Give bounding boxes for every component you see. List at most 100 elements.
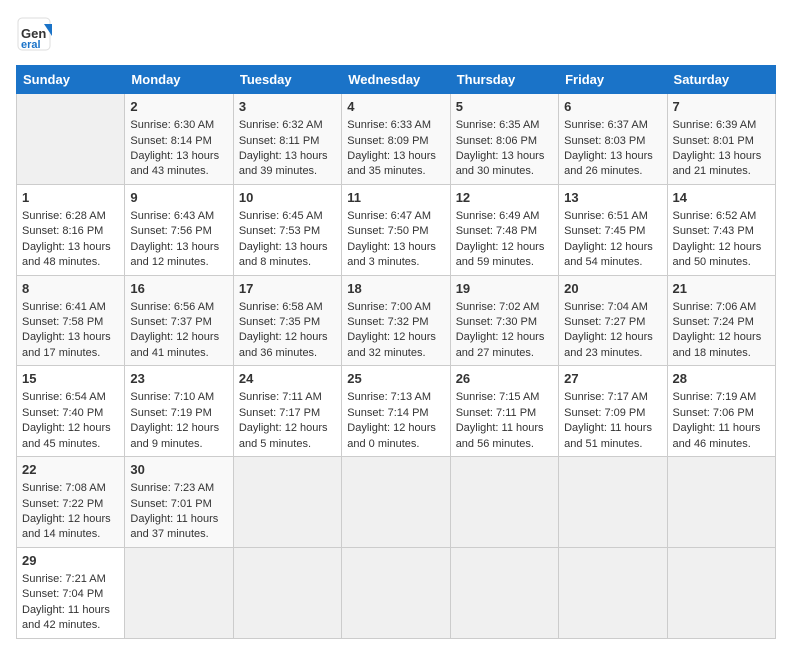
cell-text: Sunset: 7:50 PM xyxy=(347,225,428,237)
cell-text: Sunset: 7:01 PM xyxy=(130,498,211,510)
cell-text: Sunset: 7:40 PM xyxy=(22,407,103,419)
cell-text: Daylight: 11 hours xyxy=(22,604,110,616)
cell-text: Sunrise: 7:17 AM xyxy=(564,391,648,403)
calendar-cell: 4Sunrise: 6:33 AMSunset: 8:09 PMDaylight… xyxy=(342,94,450,185)
calendar-cell: 8 Sunrise: 6:41 AM Sunset: 7:58 PM Daylight… xyxy=(17,275,125,366)
cell-text: Sunrise: 6:41 AM xyxy=(22,301,106,313)
day-number: 3 xyxy=(239,98,336,116)
cell-text: and 18 minutes. xyxy=(673,347,751,359)
cell-text: Sunset: 7:53 PM xyxy=(239,225,320,237)
cell-text: Sunset: 7:43 PM xyxy=(673,225,754,237)
cell-text: Daylight: 13 hours xyxy=(239,241,328,253)
cell-text: Daylight: 12 hours xyxy=(347,331,436,343)
calendar-cell xyxy=(667,547,775,638)
cell-text: Sunrise: 6:39 AM xyxy=(673,119,757,131)
calendar-week-row: 1Sunrise: 6:28 AMSunset: 8:16 PMDaylight… xyxy=(17,184,776,275)
logo: Gen eral xyxy=(16,16,56,57)
calendar-cell xyxy=(233,457,341,548)
cell-text: Sunset: 8:03 PM xyxy=(564,135,645,147)
cell-text: Sunset: 8:09 PM xyxy=(347,135,428,147)
day-number: 28 xyxy=(673,370,770,388)
calendar-cell xyxy=(342,457,450,548)
cell-text: Sunrise: 7:00 AM xyxy=(347,301,431,313)
weekday-header-monday: Monday xyxy=(125,66,233,94)
day-number: 27 xyxy=(564,370,661,388)
day-number: 19 xyxy=(456,280,553,298)
day-number: 15 xyxy=(22,370,119,388)
svg-text:eral: eral xyxy=(21,39,41,51)
day-number: 20 xyxy=(564,280,661,298)
cell-text: and 39 minutes. xyxy=(239,165,317,177)
calendar-cell: 22Sunrise: 7:08 AMSunset: 7:22 PMDayligh… xyxy=(17,457,125,548)
cell-text: Sunset: 7:24 PM xyxy=(673,316,754,328)
cell-text: Sunset: 7:58 PM xyxy=(22,316,103,328)
cell-text: Sunrise: 7:04 AM xyxy=(564,301,648,313)
weekday-header-thursday: Thursday xyxy=(450,66,558,94)
cell-text: and 46 minutes. xyxy=(673,438,751,450)
cell-text: and 51 minutes. xyxy=(564,438,642,450)
cell-text: Sunrise: 6:37 AM xyxy=(564,119,648,131)
cell-text: Sunrise: 7:06 AM xyxy=(673,301,757,313)
calendar-cell: 11Sunrise: 6:47 AMSunset: 7:50 PMDayligh… xyxy=(342,184,450,275)
calendar-cell: 18Sunrise: 7:00 AMSunset: 7:32 PMDayligh… xyxy=(342,275,450,366)
cell-text: Daylight: 13 hours xyxy=(239,150,328,162)
cell-text: and 35 minutes. xyxy=(347,165,425,177)
day-number: 1 xyxy=(22,189,119,207)
cell-text: and 48 minutes. xyxy=(22,256,100,268)
cell-text: Sunset: 7:06 PM xyxy=(673,407,754,419)
calendar-week-row: 2Sunrise: 6:30 AMSunset: 8:14 PMDaylight… xyxy=(17,94,776,185)
cell-text: and 30 minutes. xyxy=(456,165,534,177)
cell-text: and 37 minutes. xyxy=(130,528,208,540)
cell-text: Daylight: 13 hours xyxy=(347,150,436,162)
cell-text: Daylight: 13 hours xyxy=(456,150,545,162)
cell-text: Sunset: 7:04 PM xyxy=(22,588,103,600)
cell-text: Daylight: 13 hours xyxy=(347,241,436,253)
day-number: 24 xyxy=(239,370,336,388)
cell-text: and 45 minutes. xyxy=(22,438,100,450)
day-number: 13 xyxy=(564,189,661,207)
day-number: 18 xyxy=(347,280,444,298)
cell-text: Sunrise: 6:35 AM xyxy=(456,119,540,131)
cell-text: Sunrise: 6:43 AM xyxy=(130,210,214,222)
cell-text: Daylight: 12 hours xyxy=(456,331,545,343)
weekday-header-friday: Friday xyxy=(559,66,667,94)
day-number: 8 xyxy=(22,280,119,298)
day-number: 12 xyxy=(456,189,553,207)
day-number: 9 xyxy=(130,189,227,207)
cell-text: Sunrise: 7:23 AM xyxy=(130,482,214,494)
cell-text: Daylight: 12 hours xyxy=(130,331,219,343)
cell-text: and 12 minutes. xyxy=(130,256,208,268)
calendar-cell: 23Sunrise: 7:10 AMSunset: 7:19 PMDayligh… xyxy=(125,366,233,457)
day-number: 30 xyxy=(130,461,227,479)
cell-text: Sunrise: 6:45 AM xyxy=(239,210,323,222)
cell-text: Daylight: 12 hours xyxy=(564,331,653,343)
cell-text: and 17 minutes. xyxy=(22,347,100,359)
cell-text: and 26 minutes. xyxy=(564,165,642,177)
calendar-cell: 7Sunrise: 6:39 AMSunset: 8:01 PMDaylight… xyxy=(667,94,775,185)
calendar-cell: 6Sunrise: 6:37 AMSunset: 8:03 PMDaylight… xyxy=(559,94,667,185)
cell-text: Sunrise: 6:33 AM xyxy=(347,119,431,131)
calendar-cell xyxy=(450,547,558,638)
cell-text: Daylight: 12 hours xyxy=(22,513,111,525)
logo-icon: Gen eral xyxy=(16,16,52,52)
cell-text: Daylight: 12 hours xyxy=(673,331,762,343)
cell-text: Sunset: 7:56 PM xyxy=(130,225,211,237)
cell-text: Sunset: 7:30 PM xyxy=(456,316,537,328)
calendar-cell: 30Sunrise: 7:23 AMSunset: 7:01 PMDayligh… xyxy=(125,457,233,548)
day-number: 17 xyxy=(239,280,336,298)
calendar-cell: 9Sunrise: 6:43 AMSunset: 7:56 PMDaylight… xyxy=(125,184,233,275)
cell-text: Sunrise: 6:47 AM xyxy=(347,210,431,222)
calendar-cell: 20Sunrise: 7:04 AMSunset: 7:27 PMDayligh… xyxy=(559,275,667,366)
cell-text: Daylight: 13 hours xyxy=(22,331,111,343)
calendar-cell xyxy=(125,547,233,638)
cell-text: Daylight: 12 hours xyxy=(456,241,545,253)
calendar-week-row: 29Sunrise: 7:21 AMSunset: 7:04 PMDayligh… xyxy=(17,547,776,638)
cell-text: and 42 minutes. xyxy=(22,619,100,631)
cell-text: Sunset: 7:48 PM xyxy=(456,225,537,237)
cell-text: Sunset: 8:14 PM xyxy=(130,135,211,147)
cell-text: Sunset: 7:45 PM xyxy=(564,225,645,237)
cell-text: and 54 minutes. xyxy=(564,256,642,268)
cell-text: Daylight: 13 hours xyxy=(564,150,653,162)
cell-text: and 21 minutes. xyxy=(673,165,751,177)
cell-text: Daylight: 13 hours xyxy=(22,241,111,253)
